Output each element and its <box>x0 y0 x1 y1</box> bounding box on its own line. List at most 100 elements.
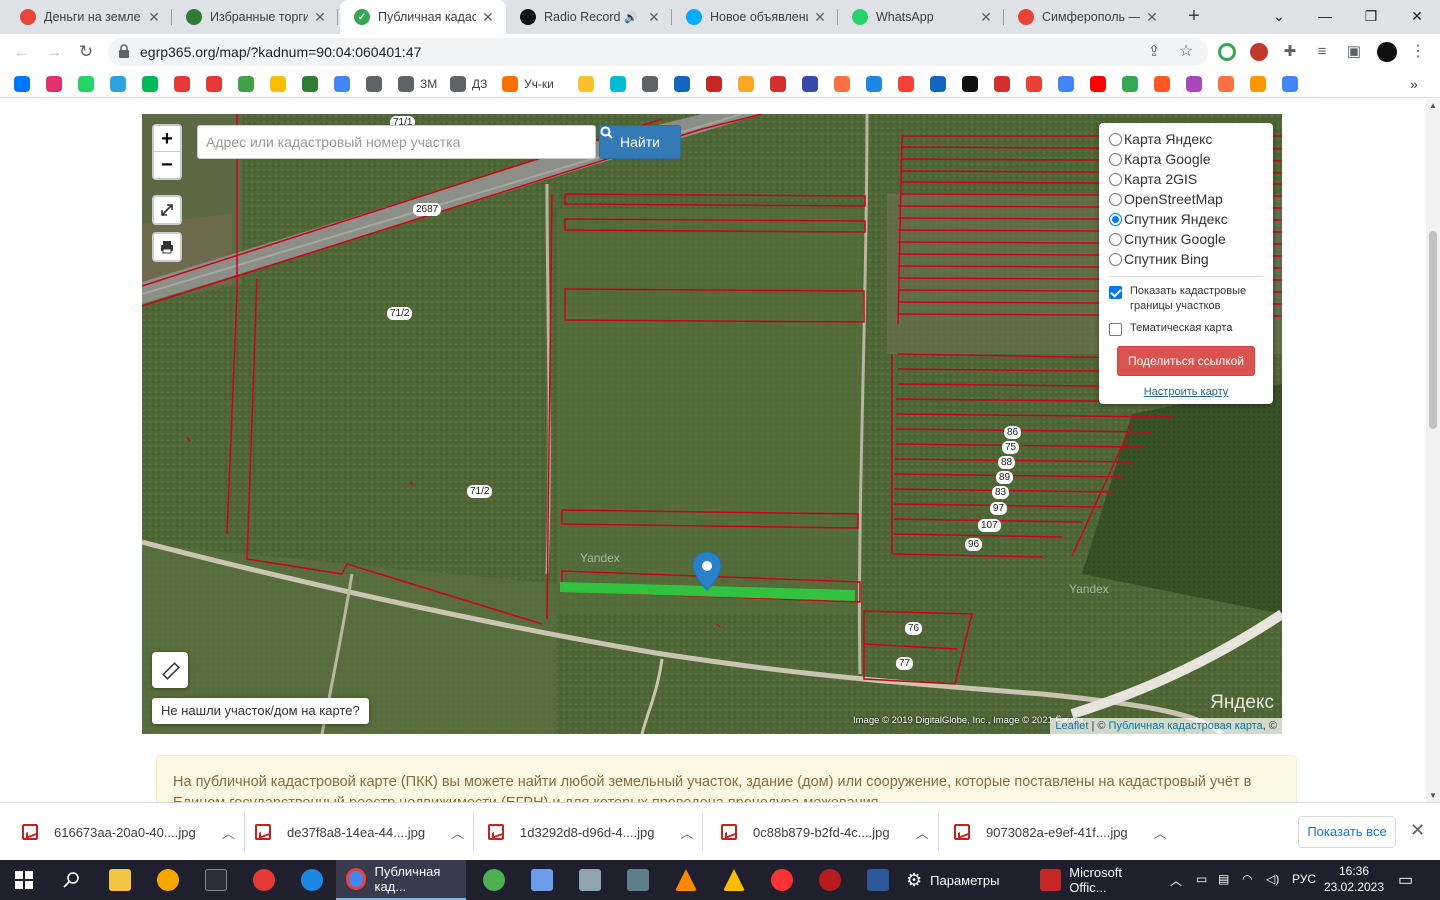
tab-close-icon[interactable]: ✕ <box>646 9 662 26</box>
layer-option[interactable]: Карта 2GIS <box>1109 169 1263 189</box>
setup-map-link[interactable]: Настроить карту <box>1109 386 1263 398</box>
calendar-app-icon[interactable] <box>192 860 240 900</box>
bookmark-item[interactable] <box>802 76 818 92</box>
forward-button[interactable]: → <box>42 40 66 64</box>
tab-torgi[interactable]: Избранные торги ✕ <box>172 0 338 34</box>
lock-icon[interactable] <box>118 44 130 58</box>
bookmark-item[interactable] <box>994 76 1010 92</box>
show-boundaries-checkbox[interactable] <box>1109 286 1122 299</box>
leaflet-link[interactable]: Leaflet <box>1055 720 1088 732</box>
speaker-icon[interactable]: 🔊 <box>624 11 638 24</box>
bookmark-item[interactable] <box>1090 76 1106 92</box>
bookmark-item[interactable] <box>46 76 62 92</box>
share-page-icon[interactable]: ⇪ <box>1142 40 1166 64</box>
close-downloads-icon[interactable]: ✕ <box>1410 820 1425 841</box>
yandex-icon[interactable] <box>758 860 806 900</box>
bookmark-item[interactable] <box>1186 76 1202 92</box>
minimize-button[interactable]: — <box>1310 4 1340 28</box>
red-app-icon[interactable] <box>806 860 854 900</box>
notifications-icon[interactable]: ▭ <box>1398 870 1413 890</box>
bookmark-item[interactable] <box>14 76 30 92</box>
bookmark-item[interactable] <box>738 76 754 92</box>
layer-option-selected[interactable]: Спутник Яндекс <box>1109 209 1263 229</box>
chevron-up-icon[interactable]: ︿ <box>451 823 464 842</box>
cadastral-map[interactable]: 71/1 2687 71/2 71/2 86 75 88 89 83 97 10… <box>142 114 1282 734</box>
not-found-button[interactable]: Не нашли участок/дом на карте? <box>152 698 369 724</box>
bookmark-item[interactable] <box>174 76 190 92</box>
extension-avatar-icon[interactable] <box>1250 43 1268 61</box>
bookmark-item[interactable] <box>642 76 658 92</box>
bookmark-item[interactable] <box>1026 76 1042 92</box>
internet-explorer-icon[interactable] <box>288 860 336 900</box>
bookmark-item[interactable]: ДЗ <box>450 76 487 92</box>
reload-button[interactable]: ↻ <box>74 40 98 64</box>
menu-kebab-icon[interactable]: ⋮ <box>1406 40 1430 64</box>
bookmark-item[interactable] <box>578 76 594 92</box>
bookmark-item[interactable] <box>770 76 786 92</box>
reading-list-icon[interactable]: ≡ <box>1310 40 1334 64</box>
language-indicator[interactable]: РУС <box>1292 872 1316 886</box>
utorrent-icon[interactable] <box>470 860 518 900</box>
download-item[interactable]: 0c88b879-b2fd-4c....jpg ︿ <box>721 803 939 861</box>
tab-close-icon[interactable]: ✕ <box>146 9 162 26</box>
print-button[interactable] <box>152 232 182 262</box>
page-scrollbar[interactable]: ▲ ▼ <box>1426 99 1440 802</box>
tab-close-icon[interactable]: ✕ <box>978 9 994 26</box>
layer-radio[interactable] <box>1109 232 1122 246</box>
tray-chevron-icon[interactable]: ︿ <box>1170 872 1182 889</box>
share-link-button[interactable]: Поделиться ссылкой <box>1117 346 1255 376</box>
layer-radio[interactable] <box>1109 192 1122 206</box>
close-window-button[interactable]: ✕ <box>1402 4 1432 28</box>
bookmark-item[interactable] <box>238 76 254 92</box>
bookmark-star-icon[interactable]: ☆ <box>1174 40 1198 64</box>
tab-dengi[interactable]: Деньги на земле с ✕ <box>6 0 172 34</box>
find-button[interactable]: Найти <box>599 125 681 159</box>
bookmark-item[interactable] <box>206 76 222 92</box>
bookmark-item[interactable] <box>1250 76 1266 92</box>
tab-close-icon[interactable]: ✕ <box>480 9 496 26</box>
bookmark-item[interactable] <box>674 76 690 92</box>
restore-button[interactable]: ❐ <box>1356 4 1386 28</box>
bookmark-item[interactable] <box>142 76 158 92</box>
chevron-up-icon[interactable]: ︿ <box>1154 823 1167 842</box>
download-item[interactable]: de37f8a8-14ea-44....jpg ︿ <box>255 803 475 861</box>
google-drive-icon[interactable] <box>710 860 758 900</box>
fullscreen-button[interactable] <box>152 195 182 225</box>
download-item[interactable]: 1d3292d8-d96d-4....jpg ︿ <box>488 803 704 861</box>
chevron-up-icon[interactable]: ︿ <box>680 823 693 842</box>
bookmark-item[interactable]: Уч-ки <box>502 76 554 92</box>
side-panel-icon[interactable]: ▣ <box>1342 40 1366 64</box>
extensions-puzzle-icon[interactable]: ✚ <box>1278 40 1302 64</box>
taskbar-app-chrome[interactable]: Публичная кад... <box>336 860 466 900</box>
tab-simferopol[interactable]: Симферополь — к ✕ <box>1004 0 1170 34</box>
new-tab-button[interactable]: + <box>1182 4 1206 28</box>
taskbar-app-settings[interactable]: ⚙ Параметры <box>896 860 1026 900</box>
bookmark-item[interactable] <box>334 76 350 92</box>
layer-option[interactable]: Спутник Google <box>1109 229 1263 249</box>
thematic-map-option[interactable]: Тематическая карта <box>1109 321 1263 336</box>
layer-radio[interactable] <box>1109 172 1122 186</box>
bookmark-item[interactable] <box>930 76 946 92</box>
calculator-icon[interactable] <box>614 860 662 900</box>
notes-app-icon[interactable] <box>518 860 566 900</box>
file-explorer-icon[interactable] <box>96 860 144 900</box>
zoom-out-button[interactable]: − <box>154 152 180 178</box>
show-boundaries-option[interactable]: Показать кадастровые границы участков <box>1109 284 1263 314</box>
taskbar-app-office[interactable]: Microsoft Offic... <box>1030 860 1160 900</box>
scroll-down-icon[interactable]: ▼ <box>1426 791 1440 800</box>
volume-icon[interactable]: ◁) <box>1266 872 1279 886</box>
tab-radio-record[interactable]: Radio Record 🔊 ✕ <box>506 0 672 34</box>
vlc-icon[interactable] <box>662 860 710 900</box>
bookmark-item[interactable] <box>302 76 318 92</box>
taskbar-clock[interactable]: 16:36 23.02.2023 <box>1322 863 1386 895</box>
tray-app-icon[interactable]: ▤ <box>1218 872 1229 886</box>
url-text[interactable]: egrp365.org/map/?kadnum=90:04:060401:47 <box>140 44 421 60</box>
start-button[interactable] <box>0 860 48 900</box>
bookmark-item[interactable] <box>270 76 286 92</box>
ruler-button[interactable] <box>152 652 188 688</box>
bookmark-item[interactable] <box>1122 76 1138 92</box>
scroll-up-icon[interactable]: ▲ <box>1426 101 1440 110</box>
layer-radio[interactable] <box>1109 132 1122 146</box>
bookmark-item[interactable] <box>706 76 722 92</box>
bookmark-item[interactable] <box>610 76 626 92</box>
